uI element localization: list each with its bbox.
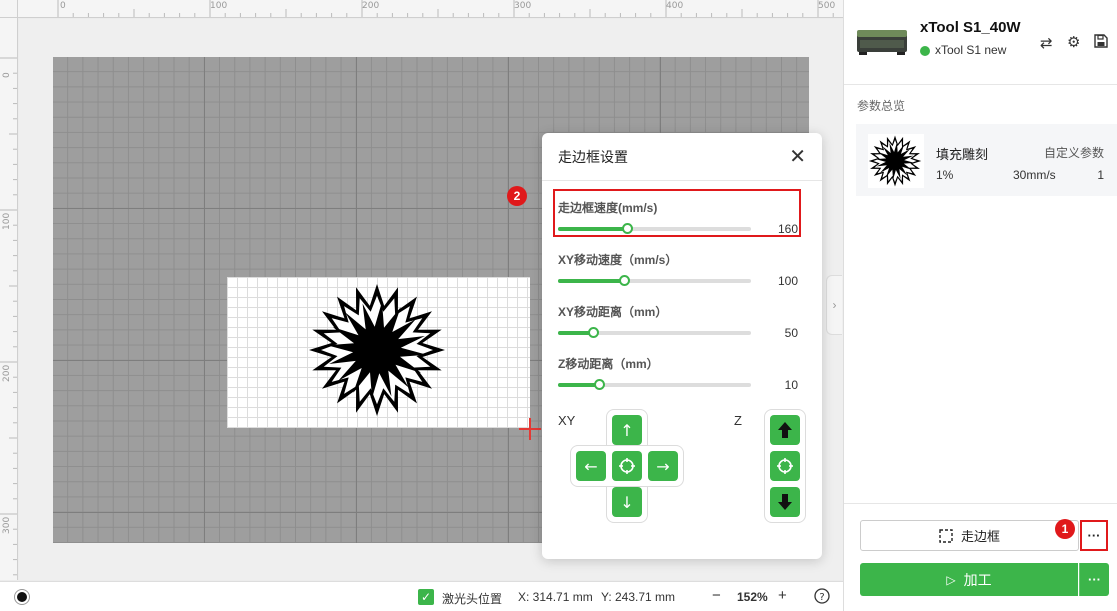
annotation-badge-2: 2	[507, 186, 527, 206]
ruler-left-label: 200	[2, 364, 12, 382]
settings-gear-icon[interactable]: ⚙	[1067, 33, 1080, 51]
process-button[interactable]: ▷ 加工	[860, 563, 1078, 596]
z-axis-label: Z	[734, 413, 742, 428]
highlight-frame-speed	[553, 189, 801, 237]
starburst-design[interactable]	[307, 282, 447, 418]
design-thumbnail	[868, 134, 924, 188]
move-up-button[interactable]: ↑	[612, 415, 642, 445]
frame-button-label: 走边框	[960, 529, 1000, 544]
play-icon: ▷	[946, 572, 956, 587]
slider-thumb[interactable]	[618, 275, 630, 286]
panel-divider	[844, 503, 1117, 504]
crosshair-icon	[777, 458, 793, 474]
svg-text:?: ?	[819, 592, 824, 603]
xy-distance-slider[interactable]: XY移动距离（mm） 50	[558, 303, 798, 340]
laser-head-crosshair	[519, 418, 541, 440]
z-down-arrow-icon	[778, 494, 792, 510]
slider-thumb[interactable]	[587, 327, 599, 338]
ruler-left-label: 100	[2, 212, 12, 230]
slider-value[interactable]: 10	[785, 378, 798, 392]
slider-thumb[interactable]	[593, 379, 605, 390]
slider-fill	[558, 383, 599, 387]
panel-divider	[844, 84, 1117, 85]
ruler-top-label: 500	[818, 1, 836, 11]
z-up-button[interactable]	[770, 415, 800, 445]
annotation-badge-1: 1	[1055, 519, 1075, 539]
frame-button[interactable]: 走边框	[860, 520, 1079, 551]
process-more-button[interactable]: ···	[1079, 563, 1109, 596]
save-icon[interactable]	[1094, 34, 1108, 52]
slider-label: XY移动速度（mm/s）	[558, 253, 678, 267]
speed-value: 30mm/s	[1013, 168, 1056, 182]
arrow-up-icon: ↑	[620, 420, 634, 440]
passes-value: 1	[1097, 168, 1104, 182]
ruler-left-label: 300	[2, 516, 12, 534]
ruler-left-ticks	[0, 57, 17, 576]
move-down-button[interactable]: ↓	[612, 487, 642, 517]
ruler-left-label: 0	[2, 72, 12, 78]
ruler-top-label: 100	[210, 1, 228, 11]
ruler-top-ticks	[57, 0, 834, 17]
ruler-top-label: 400	[666, 1, 684, 11]
ruler-top-label: 300	[514, 1, 532, 11]
slider-track[interactable]	[558, 379, 751, 390]
move-left-button[interactable]: ←	[576, 451, 606, 481]
frame-more-button[interactable]: ···	[1080, 520, 1108, 551]
zoom-out-icon[interactable]: −	[712, 587, 721, 604]
close-icon[interactable]: ✕	[789, 144, 806, 169]
help-icon[interactable]: ?	[814, 588, 830, 607]
move-right-button[interactable]: →	[648, 451, 678, 481]
crosshair-icon	[619, 458, 635, 474]
slider-track[interactable]	[558, 327, 751, 338]
popup-header: 走边框设置 ✕	[542, 133, 822, 181]
device-name[interactable]: xTool S1_40W	[920, 19, 1021, 36]
param-overview-card[interactable]: 填充雕刻 自定义参数 1% 30mm/s 1	[856, 124, 1117, 196]
zoom-level: 152%	[737, 590, 768, 604]
slider-label: XY移动距离（mm）	[558, 305, 668, 319]
ruler-top-label: 200	[362, 1, 380, 11]
ruler-top: 0 100 200 300 400 500	[0, 0, 843, 18]
laser-position-label: 激光头位置	[442, 592, 503, 606]
z-home-button[interactable]	[770, 451, 800, 481]
slider-value[interactable]: 100	[778, 274, 798, 288]
device-status: xTool S1 new	[935, 43, 1007, 57]
popup-title: 走边框设置	[558, 148, 628, 165]
ruler-left: 0 100 200 300	[0, 18, 18, 580]
section-title: 参数总览	[857, 99, 906, 113]
starburst-thumb	[868, 135, 922, 187]
ruler-top-label: 0	[60, 1, 66, 11]
xy-speed-slider[interactable]: XY移动速度（mm/s） 100	[558, 251, 798, 288]
arrow-left-icon: ←	[584, 456, 598, 476]
process-mode: 填充雕刻	[936, 147, 989, 162]
status-bar: ✓ 激光头位置 X: 314.71 mm Y: 243.71 mm − 152%…	[0, 581, 843, 611]
z-distance-slider[interactable]: Z移动距离（mm） 10	[558, 355, 798, 392]
arrow-right-icon: →	[656, 456, 670, 476]
laser-position-checkbox[interactable]: ✓	[418, 589, 434, 605]
laser-machine-icon	[857, 30, 907, 55]
connection-status-dot	[920, 46, 930, 56]
arrow-down-icon: ↓	[620, 492, 634, 512]
xy-axis-label: XY	[558, 413, 576, 428]
right-panel: xTool S1_40W xTool S1 new ⇄ ⚙ 参数总览 填充雕刻 …	[843, 0, 1117, 611]
slider-fill	[558, 279, 624, 283]
x-coordinate-readout: X: 314.71 mm	[518, 590, 593, 604]
slider-label: Z移动距离（mm）	[558, 357, 659, 371]
zoom-in-icon[interactable]: +	[778, 587, 787, 604]
slider-track[interactable]	[558, 275, 751, 286]
home-xy-button[interactable]	[612, 451, 642, 481]
power-value: 1%	[936, 168, 954, 182]
collapse-panel-chevron-icon[interactable]: ›	[826, 275, 842, 335]
slider-value[interactable]: 50	[785, 326, 798, 340]
camera-toggle-icon[interactable]	[14, 589, 30, 605]
custom-params-label[interactable]: 自定义参数	[1044, 144, 1104, 161]
process-button-label: 加工	[963, 571, 992, 588]
switch-device-icon[interactable]: ⇄	[1040, 34, 1053, 52]
z-down-button[interactable]	[770, 487, 800, 517]
ruler-corner	[0, 0, 18, 18]
z-up-arrow-icon	[778, 422, 792, 438]
dashed-frame-icon	[939, 528, 953, 543]
y-coordinate-readout: Y: 243.71 mm	[601, 590, 676, 604]
